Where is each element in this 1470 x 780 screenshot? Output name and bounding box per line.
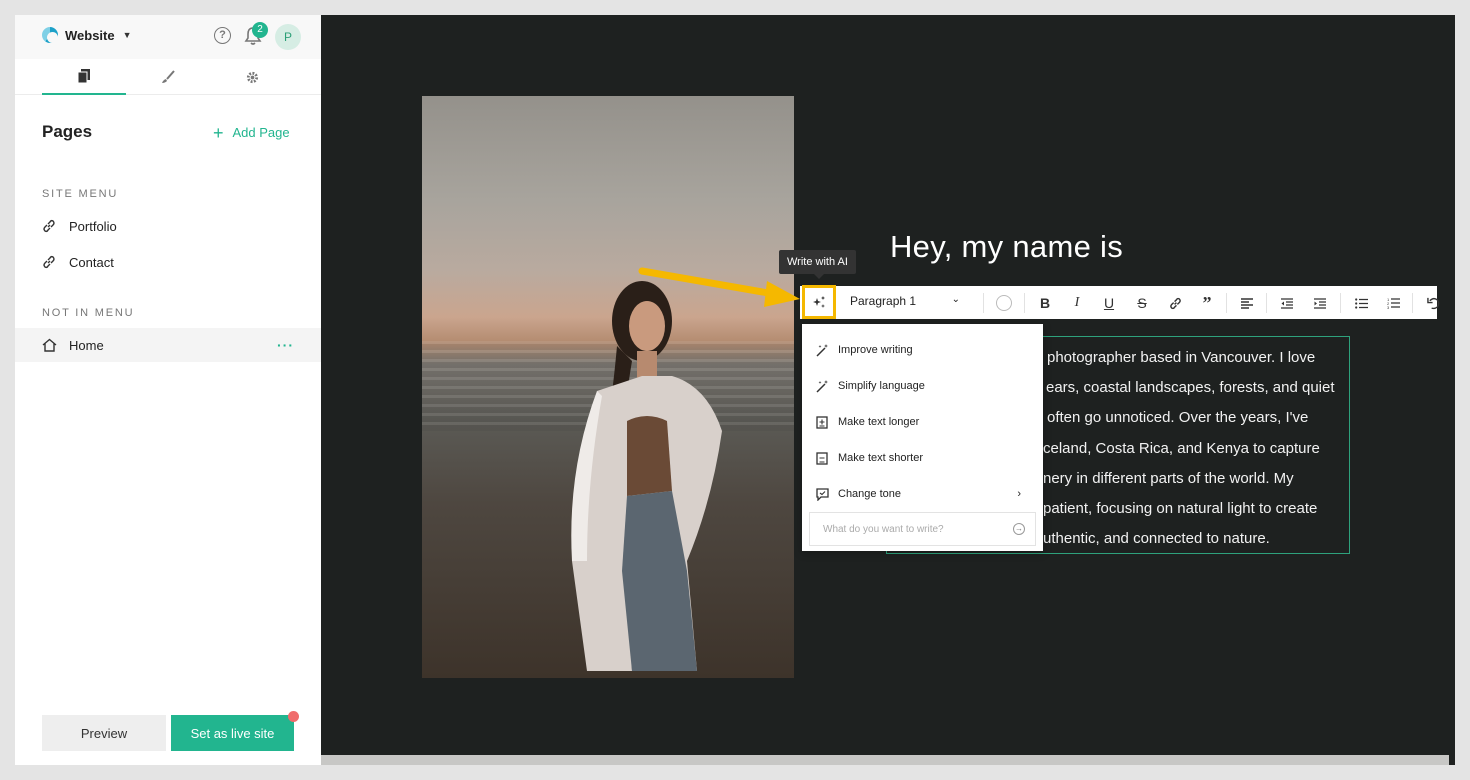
- site-switcher[interactable]: Website ▼: [42, 27, 132, 43]
- color-swatch-icon: [996, 295, 1012, 311]
- add-page-button[interactable]: + Add Page: [213, 122, 290, 143]
- write-with-ai-button[interactable]: [802, 285, 836, 319]
- page-item-portfolio[interactable]: Portfolio: [15, 209, 321, 243]
- sidebar: Website ▼ ? 2 P Pages + Add Page SITE ME…: [15, 15, 321, 765]
- tab-pages[interactable]: [42, 59, 126, 95]
- numbered-list-icon[interactable]: 123: [1382, 292, 1404, 314]
- photo-person: [571, 281, 722, 671]
- chat-icon: [816, 487, 830, 501]
- text-color-button[interactable]: [993, 292, 1015, 314]
- chevron-down-icon: ▼: [122, 30, 132, 40]
- undo-icon[interactable]: [1422, 292, 1444, 314]
- menu-item-make-text-longer[interactable]: Make text longer: [802, 404, 1043, 440]
- add-page-label: Add Page: [232, 125, 290, 140]
- home-icon: [42, 338, 58, 352]
- link-icon: [42, 219, 58, 233]
- link-icon: [42, 255, 58, 269]
- toolbar-divider: [1340, 293, 1341, 313]
- page-item-label: Contact: [69, 254, 114, 270]
- italic-icon[interactable]: I: [1066, 292, 1088, 314]
- chevron-down-icon: ⌄: [951, 294, 960, 305]
- tab-settings[interactable]: [210, 59, 294, 95]
- paragraph-style-select[interactable]: Paragraph 1 ⌄: [850, 294, 960, 308]
- tab-design[interactable]: [126, 59, 210, 95]
- notification-badge: 2: [252, 22, 268, 38]
- site-logo-icon: [42, 27, 58, 43]
- help-icon[interactable]: ?: [214, 27, 231, 44]
- svg-text:3: 3: [1387, 305, 1390, 309]
- brush-icon: [162, 70, 175, 83]
- ai-prompt-input[interactable]: What do you want to write? →: [809, 512, 1036, 546]
- set-live-site-button[interactable]: Set as live site: [171, 715, 294, 751]
- gear-icon: [246, 71, 258, 83]
- indent-icon[interactable]: [1309, 292, 1331, 314]
- strikethrough-icon[interactable]: S: [1131, 292, 1153, 314]
- magic-wand-icon: [816, 343, 830, 357]
- bullet-list-icon[interactable]: [1350, 292, 1372, 314]
- toolbar-divider: [983, 293, 984, 313]
- menu-item-change-tone[interactable]: Change tone ›: [802, 476, 1043, 512]
- pages-icon: [78, 69, 90, 83]
- more-options-icon[interactable]: ···: [277, 337, 294, 353]
- align-left-icon[interactable]: [1236, 292, 1258, 314]
- write-with-ai-tooltip: Write with AI: [779, 250, 856, 279]
- toolbar-divider: [1024, 293, 1025, 313]
- page-item-label: Portfolio: [69, 218, 117, 234]
- outdent-icon[interactable]: [1276, 292, 1298, 314]
- bold-icon[interactable]: B: [1034, 292, 1056, 314]
- ai-sparkle-icon: [813, 295, 825, 308]
- menu-item-label: Change tone: [838, 488, 901, 500]
- menu-item-simplify-language[interactable]: Simplify language: [802, 368, 1043, 404]
- menu-item-label: Make text shorter: [838, 452, 923, 464]
- send-arrow-icon[interactable]: →: [1013, 523, 1025, 535]
- quote-icon[interactable]: ”: [1196, 292, 1218, 314]
- plus-icon: +: [213, 122, 224, 143]
- next-section-preview: [321, 755, 1449, 765]
- shrink-text-icon: [816, 451, 830, 465]
- chevron-right-icon: ›: [1017, 488, 1021, 500]
- headline[interactable]: Hey, my name is: [890, 229, 1123, 265]
- link-icon[interactable]: [1164, 292, 1186, 314]
- ai-prompt-placeholder: What do you want to write?: [823, 523, 944, 535]
- toolbar-divider: [1412, 293, 1413, 313]
- site-menu-label: SITE MENU: [42, 188, 119, 200]
- toolbar-divider: [1226, 293, 1227, 313]
- paragraph-style-value: Paragraph 1: [850, 294, 917, 308]
- expand-text-icon: [816, 415, 830, 429]
- hero-photo[interactable]: [422, 96, 794, 678]
- site-name: Website: [65, 27, 115, 43]
- app-window: Website ▼ ? 2 P Pages + Add Page SITE ME…: [15, 15, 1455, 765]
- not-in-menu-label: NOT IN MENU: [42, 307, 135, 319]
- underline-icon[interactable]: U: [1098, 292, 1120, 314]
- menu-item-improve-writing[interactable]: Improve writing: [802, 332, 1043, 368]
- page-item-home[interactable]: Home ···: [15, 328, 321, 362]
- top-bar: Website ▼ ? 2 P: [15, 15, 321, 59]
- menu-item-label: Make text longer: [838, 416, 920, 428]
- preview-button[interactable]: Preview: [42, 715, 166, 751]
- menu-item-label: Simplify language: [838, 380, 925, 392]
- text-toolbar: Paragraph 1 ⌄ B I U S ” 123: [800, 285, 1439, 319]
- menu-item-label: Improve writing: [838, 344, 913, 356]
- avatar[interactable]: P: [275, 24, 301, 50]
- pages-title: Pages: [42, 122, 93, 141]
- sidebar-tabs: [15, 59, 321, 95]
- ai-writing-menu: Improve writing Simplify language Make t…: [802, 324, 1043, 551]
- magic-wand-icon: [816, 379, 830, 393]
- page-item-contact[interactable]: Contact: [15, 245, 321, 279]
- page-item-label: Home: [69, 337, 104, 353]
- toolbar-divider: [1266, 293, 1267, 313]
- menu-item-make-text-shorter[interactable]: Make text shorter: [802, 440, 1043, 476]
- unpublished-indicator: [288, 711, 299, 722]
